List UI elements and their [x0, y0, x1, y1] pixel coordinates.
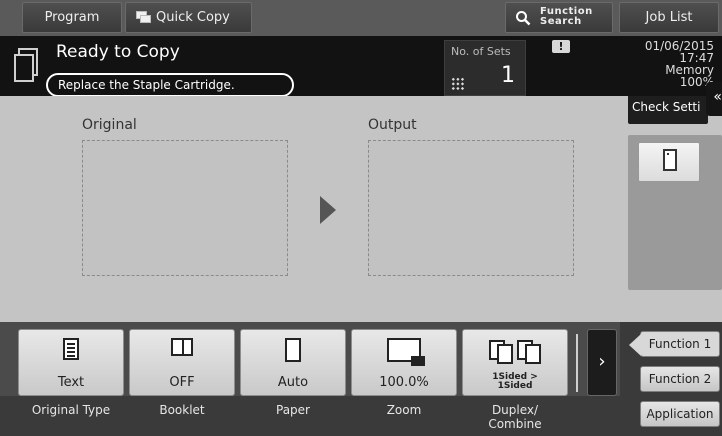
duplex-combine-button[interactable]: 1Sided > 1Sided: [462, 329, 568, 396]
booklet-button[interactable]: OFF: [129, 329, 235, 396]
duplex-icon: [487, 338, 543, 364]
divider: [576, 334, 578, 392]
original-label: Original: [82, 117, 137, 133]
search-icon: [516, 11, 531, 26]
duplex-combine-caption: Duplex/ Combine: [459, 403, 571, 431]
original-preview-box: [82, 140, 288, 276]
function-2-tab[interactable]: Function 2: [640, 366, 720, 392]
check-settings-tab[interactable]: Check Setti: [628, 96, 708, 124]
duplex-value: 1Sided > 1Sided: [463, 373, 567, 391]
zoom-button[interactable]: 100.0%: [351, 329, 457, 396]
warning-icon[interactable]: !: [552, 40, 570, 53]
page-icon: [663, 149, 677, 171]
function-search-label-2: Search: [540, 16, 582, 27]
booklet-caption: Booklet: [159, 403, 205, 417]
sets-label: No. of Sets: [451, 45, 511, 58]
booklet-value: OFF: [169, 375, 195, 390]
document-icon: [63, 338, 79, 360]
quick-copy-label: Quick Copy: [156, 10, 230, 25]
copy-mode-icon: [14, 48, 48, 84]
output-label: Output: [368, 117, 417, 133]
original-type-caption: Original Type: [31, 403, 111, 417]
quick-copy-icon: [136, 11, 152, 24]
sets-value: 1: [501, 63, 515, 88]
output-preview-box: [368, 140, 574, 276]
function-1-tab[interactable]: Function 1: [629, 331, 720, 357]
program-tab[interactable]: Program: [22, 2, 122, 33]
application-tab[interactable]: Application: [640, 401, 720, 427]
memory-value: 100%: [679, 75, 714, 89]
duplex-caption-line-2: Combine: [488, 417, 542, 431]
booklet-icon: [171, 338, 193, 356]
date-time-memory: 01/06/2015 17:47 Memory 100%: [645, 40, 714, 88]
duplex-value-line-2: 1Sided: [497, 381, 533, 391]
job-list-tab[interactable]: Job List: [619, 2, 719, 33]
original-type-button[interactable]: Text: [18, 329, 124, 396]
keypad-icon: [451, 77, 465, 91]
next-page-button[interactable]: ›: [587, 329, 617, 396]
arrow-right-icon: [320, 196, 336, 224]
function-search-tab[interactable]: Function Search: [505, 2, 613, 33]
zoom-icon: [387, 338, 425, 366]
number-of-sets-box[interactable]: No. of Sets 1: [444, 40, 526, 96]
collapse-panel-button[interactable]: «: [706, 82, 722, 116]
paper-icon: [285, 338, 301, 362]
quick-copy-tab[interactable]: Quick Copy: [125, 2, 252, 33]
ready-status-title: Ready to Copy: [56, 42, 180, 62]
staple-warning-message[interactable]: Replace the Staple Cartridge.: [46, 73, 294, 97]
page-preview-button[interactable]: [638, 142, 700, 182]
zoom-value: 100.0%: [379, 375, 429, 390]
paper-button[interactable]: Auto: [240, 329, 346, 396]
duplex-caption-line-1: Duplex/: [491, 403, 539, 417]
original-type-value: Text: [57, 375, 85, 390]
paper-value: Auto: [277, 375, 309, 390]
zoom-caption: Zoom: [386, 403, 422, 417]
paper-caption: Paper: [276, 403, 310, 417]
